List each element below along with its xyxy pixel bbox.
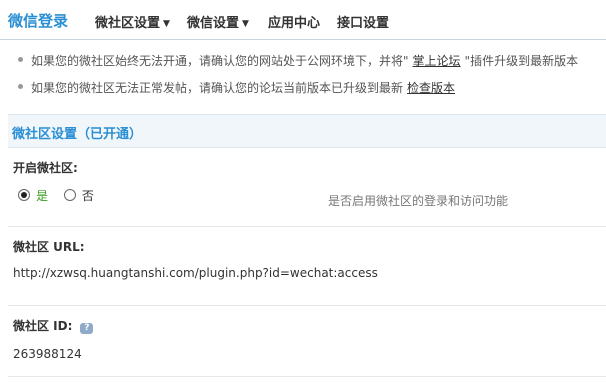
tip-item: 如果您的微社区无法正常发帖，请确认您的论坛当前版本已升级到最新 检查版本: [18, 79, 598, 106]
nav-item-community-settings[interactable]: 微社区设置 ▼: [95, 12, 170, 31]
bullet-icon: [18, 84, 23, 89]
divider: [8, 376, 606, 377]
tip-item: 如果您的微社区始终无法开通，请确认您的网站处于公网环境下，并将" 掌上论坛 "插件升…: [18, 52, 598, 79]
radio-yes-label[interactable]: 是: [36, 189, 48, 203]
url-value: http://xzwsq.huangtanshi.com/plugin.php?…: [13, 266, 378, 280]
bullet-icon: [18, 57, 23, 62]
nav-item-api-settings[interactable]: 接口设置: [337, 12, 389, 31]
radio-yes[interactable]: [18, 189, 30, 201]
nav-item-label: 微社区设置: [95, 16, 161, 31]
radio-no[interactable]: [63, 189, 76, 201]
top-nav: 微信登录 微社区设置 ▼ 微信设置 ▼ 应用中心 接口设置: [0, 0, 606, 40]
brand-title[interactable]: 微信登录: [8, 10, 68, 31]
nav-item-label: 应用中心: [268, 16, 321, 31]
tip-text: "插件升级到最新版本: [464, 54, 579, 68]
divider: [8, 305, 606, 306]
url-label: 微社区 URL:: [13, 240, 85, 254]
help-icon[interactable]: ?: [80, 323, 94, 334]
nav-item-wechat-settings[interactable]: 微信设置 ▼: [187, 12, 249, 31]
tip-text: 如果您的微社区无法正常发帖，请确认您的论坛当前版本已升级到最新: [31, 81, 404, 95]
id-label: 微社区 ID:?: [13, 317, 94, 334]
section-header: 微社区设置（已开通）: [8, 114, 606, 148]
id-label-text: 微社区 ID:: [13, 319, 73, 333]
chevron-down-icon: ▼: [163, 19, 170, 29]
chevron-down-icon: ▼: [242, 19, 249, 29]
enable-hint: 是否启用微社区的登录和访问功能: [328, 194, 509, 208]
tips-list: 如果您的微社区始终无法开通，请确认您的网站处于公网环境下，并将" 掌上论坛 "插件升…: [18, 52, 598, 106]
tip-link-check-version[interactable]: 检查版本: [407, 81, 455, 95]
tip-link-mobile-forum[interactable]: 掌上论坛: [413, 54, 461, 68]
id-value: 263988124: [13, 347, 82, 361]
divider: [8, 226, 606, 227]
section-title: 微社区设置（已开通）: [12, 127, 143, 142]
nav-item-label: 微信设置: [187, 16, 240, 31]
nav-item-label: 接口设置: [337, 16, 390, 31]
enable-label: 开启微社区:: [13, 161, 78, 175]
radio-no-label[interactable]: 否: [82, 189, 94, 203]
nav-item-app-center[interactable]: 应用中心: [268, 12, 320, 31]
tip-text: 如果您的微社区始终无法开通，请确认您的网站处于公网环境下，并将": [31, 54, 409, 68]
enable-radio-group: 是 否: [18, 187, 94, 203]
